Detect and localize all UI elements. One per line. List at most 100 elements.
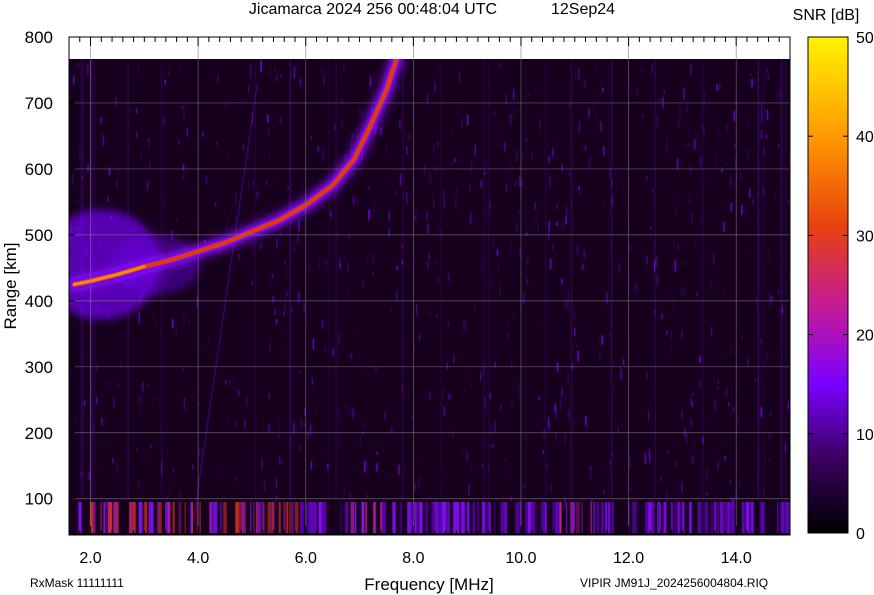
noise-speck (613, 381, 615, 392)
noise-speck (278, 62, 280, 65)
noise-speck (573, 421, 576, 426)
noise-speck (435, 313, 438, 318)
noise-speck (261, 458, 263, 469)
noise-speck (766, 353, 769, 360)
y-tick-label: 100 (25, 490, 53, 509)
noise-speck (555, 408, 557, 420)
noise-speck (562, 219, 564, 230)
low-range-band (671, 502, 673, 533)
low-range-band (418, 502, 422, 533)
noise-speck (245, 397, 248, 407)
noise-speck (769, 411, 772, 417)
noise-speck (584, 145, 587, 151)
noise-speck (499, 62, 502, 69)
noise-speck (279, 117, 282, 124)
low-range-band (476, 502, 480, 533)
noise-speck (347, 262, 349, 273)
noise-speck (411, 416, 413, 419)
noise-speck (206, 324, 208, 330)
noise-speck (674, 260, 677, 272)
low-range-band (515, 502, 519, 533)
noise-speck (569, 315, 571, 318)
noise-speck (458, 71, 461, 83)
noise-speck (456, 188, 458, 196)
noise-speck (452, 126, 455, 136)
noise-speck (357, 325, 359, 333)
noise-speck (510, 360, 513, 369)
noise-speck (508, 466, 510, 478)
noise-speck (501, 121, 503, 134)
noise-speck (656, 115, 658, 127)
noise-speck (235, 192, 237, 204)
noise-speck (225, 380, 227, 385)
noise-speck (227, 149, 229, 158)
low-range-band (129, 502, 134, 533)
noise-speck (747, 117, 749, 129)
low-range-band (300, 502, 302, 533)
noise-speck (667, 328, 670, 333)
noise-speck (365, 371, 367, 378)
noise-speck (646, 176, 648, 181)
noise-speck (182, 104, 185, 115)
x-tick-label: 2.0 (79, 550, 101, 567)
noise-speck (538, 396, 541, 401)
noise-speck (510, 114, 512, 126)
noise-speck (429, 391, 431, 401)
low-range-band (373, 502, 376, 533)
low-range-band (414, 502, 417, 533)
noise-speck (287, 186, 289, 190)
noise-speck (578, 186, 580, 191)
noise-speck (760, 129, 763, 139)
noise-speck (182, 174, 185, 180)
noise-speck (434, 166, 436, 173)
low-range-band (190, 502, 192, 533)
noise-speck (451, 129, 454, 134)
noise-speck (463, 371, 466, 376)
noise-speck (636, 87, 639, 98)
noise-speck (391, 425, 393, 435)
noise-speck (265, 180, 268, 186)
low-range-band (552, 502, 556, 533)
noise-speck (391, 309, 393, 312)
noise-speck (592, 349, 595, 361)
noise-speck (680, 278, 682, 282)
noise-speck (292, 222, 294, 225)
noise-speck (463, 321, 465, 330)
noise-speck (77, 199, 79, 202)
noise-speck (716, 396, 718, 407)
low-range-band (581, 502, 583, 533)
noise-speck (716, 387, 719, 390)
noise-speck (244, 99, 247, 102)
noise-speck (77, 63, 79, 68)
noise-speck (690, 398, 693, 405)
noise-speck (538, 85, 540, 93)
noise-speck (714, 157, 717, 165)
noise-speck (464, 320, 467, 331)
noise-speck (568, 409, 570, 420)
noise-speck (670, 329, 672, 341)
low-range-band (365, 502, 368, 533)
noise-speck (106, 381, 108, 388)
noise-speck (175, 328, 178, 332)
low-range-band (108, 502, 113, 533)
noise-speck (726, 440, 729, 446)
noise-speck (474, 229, 476, 238)
noise-speck (293, 66, 296, 79)
noise-speck (443, 188, 445, 199)
noise-speck (333, 125, 336, 130)
low-range-band (724, 502, 726, 533)
noise-speck (606, 293, 608, 304)
noise-speck (352, 196, 355, 206)
noise-speck (618, 264, 621, 274)
low-range-band (748, 502, 751, 533)
noise-speck (235, 342, 237, 347)
noise-speck (414, 258, 416, 261)
noise-speck (284, 261, 286, 266)
noise-speck (564, 434, 566, 443)
noise-speck (415, 62, 417, 66)
noise-speck (642, 113, 644, 117)
noise-speck (659, 308, 661, 313)
low-range-band (699, 502, 704, 533)
low-range-band (157, 502, 160, 533)
low-range-band (571, 502, 573, 533)
